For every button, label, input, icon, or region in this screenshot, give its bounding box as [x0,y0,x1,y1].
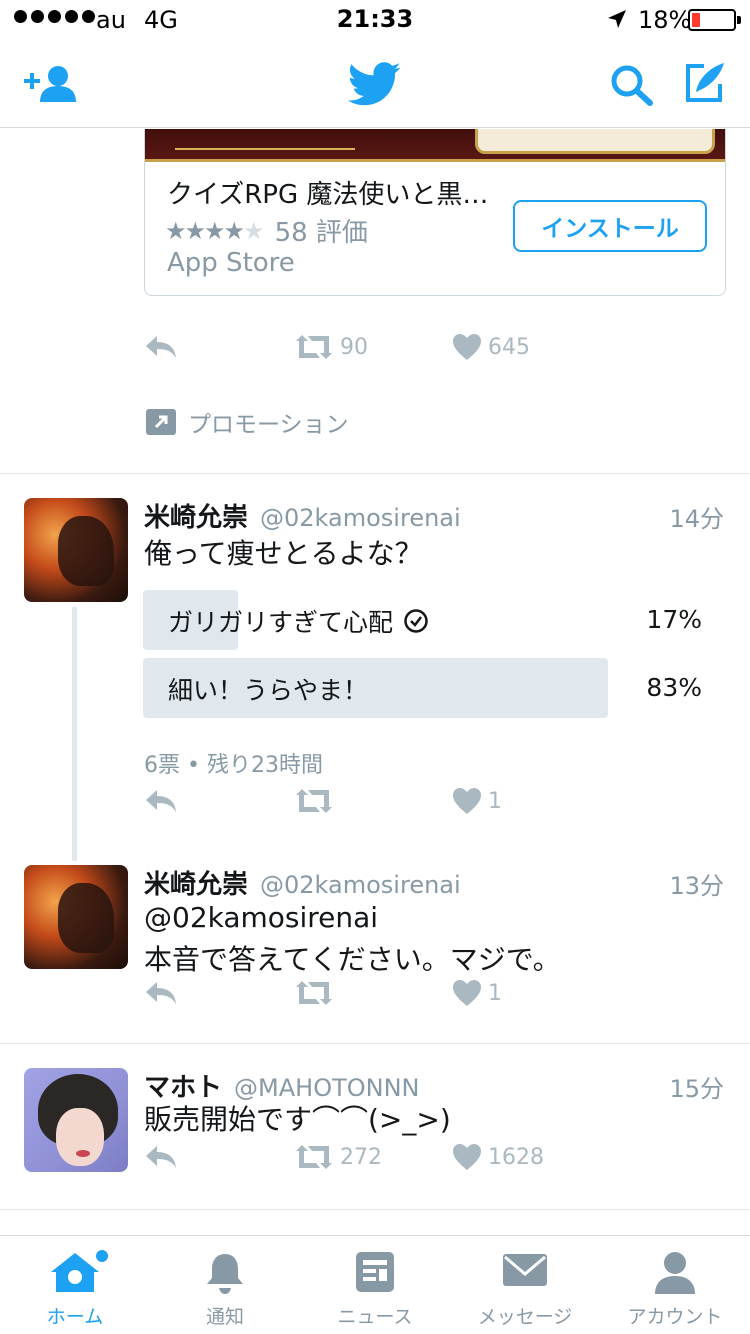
retweet-button[interactable]: 90 [294,333,368,361]
reply-icon [146,1146,176,1168]
like-button[interactable]: 1 [452,787,502,815]
author-handle: @02kamosirenai [260,504,461,532]
promoted-label[interactable]: プロモーション [146,405,349,439]
bell-icon [205,1250,245,1300]
tab-label: ニュース [337,1306,413,1328]
author-handle: @MAHOTONNN [234,1074,420,1102]
tweet-time: 14分 [669,505,724,533]
add-user-icon[interactable] [22,64,76,108]
twitter-bird-icon[interactable] [347,62,402,110]
app-title: クイズRPG 魔法使いと黒… [167,180,489,210]
author-handle: @02kamosirenai [260,871,461,899]
like-count: 1628 [488,1144,544,1170]
reply-icon [146,982,176,1004]
tweet-author[interactable]: 米崎允崇 @02kamosirenai [144,864,461,901]
promoted-arrow-icon [146,409,176,435]
tab-label: ホーム [46,1306,104,1328]
bottom-tab-bar: ホーム 通知 ニュース メッセージ アカウント [0,1235,750,1334]
check-circle-icon [404,609,428,633]
author-name: 米崎允崇 [144,503,249,533]
app-banner-image [145,129,725,162]
person-icon [654,1250,696,1298]
top-nav-bar [0,40,750,128]
notification-dot [96,1250,108,1262]
retweet-icon [296,789,332,813]
thread-connector [72,607,77,861]
heart-icon [453,334,481,360]
search-icon[interactable] [610,64,654,110]
tab-home[interactable]: ホーム [0,1236,150,1334]
install-button[interactable]: インストール [513,200,707,252]
tweet-text: 販売開始です⌒⌒(>_>) [144,1103,451,1136]
heart-icon [453,788,481,814]
battery-icon [688,9,741,31]
like-count: 645 [488,334,530,360]
avatar[interactable] [24,1068,128,1172]
poll-meta: 6票 • 残り23時間 [144,753,323,778]
tweet-text-mention[interactable]: @02kamosirenai [144,897,378,939]
envelope-icon [502,1250,548,1294]
divider [0,1043,750,1044]
tweet-text: 俺って痩せとるよな？ [144,537,423,570]
tweet-author[interactable]: 米崎允崇 @02kamosirenai [144,497,461,534]
tab-news[interactable]: ニュース [300,1236,450,1334]
battery-percent: 18% [638,6,692,34]
retweet-count: 272 [340,1144,382,1170]
retweet-button[interactable]: 272 [294,1143,382,1171]
divider [0,1209,750,1210]
reply-button[interactable] [144,980,178,1006]
app-rating: ★★★★★ 58 評価 [165,212,368,249]
poll-option[interactable]: ガリガリすぎて心配 [168,603,429,639]
retweet-icon [296,981,332,1005]
location-arrow-icon [606,8,628,36]
reply-button[interactable] [144,1144,178,1170]
poll-option-label: ガリガリすぎて心配 [168,608,394,637]
news-icon [355,1250,395,1298]
like-count: 1 [488,788,502,814]
retweet-button[interactable] [294,979,340,1007]
like-button[interactable]: 1628 [452,1143,544,1171]
rating-count: 58 評価 [274,218,368,248]
tweet-text: 本音で答えてください。マジで。 [144,943,561,976]
tab-label: アカウント [627,1306,723,1328]
poll-option-label: 細い！うらやま！ [168,676,369,705]
retweet-count: 90 [340,334,368,360]
like-button[interactable]: 645 [452,333,530,361]
tab-account[interactable]: アカウント [600,1236,750,1334]
tweet-time: 15分 [669,1075,724,1103]
tab-notifications[interactable]: 通知 [150,1236,300,1334]
retweet-icon [296,1145,332,1169]
heart-icon [453,1144,481,1170]
tab-label: 通知 [205,1306,244,1328]
avatar[interactable] [24,498,128,602]
author-name: 米崎允崇 [144,870,249,900]
status-bar: au 4G 21:33 18% [0,0,750,40]
poll-option[interactable]: 細い！うらやま！ [168,671,368,707]
reply-button[interactable] [144,334,178,360]
timeline-feed[interactable]: クイズRPG 魔法使いと黒… ★★★★★ 58 評価 App Store インス… [0,129,750,1235]
retweet-icon [296,335,332,359]
retweet-button[interactable] [294,787,340,815]
reply-icon [146,790,176,812]
avatar[interactable] [24,865,128,969]
like-count: 1 [488,980,502,1006]
heart-icon [453,980,481,1006]
store-name: App Store [167,248,295,278]
home-icon [49,1250,101,1298]
promoted-text: プロモーション [188,412,349,438]
tab-label: メッセージ [477,1306,573,1328]
like-button[interactable]: 1 [452,979,502,1007]
poll-option-percent: 17% [646,605,702,634]
poll-option-percent: 83% [646,673,702,702]
rating-stars-icon: ★★★★★ [165,216,265,245]
tweet-time: 13分 [669,872,724,900]
tab-messages[interactable]: メッセージ [450,1236,600,1334]
app-install-card[interactable]: クイズRPG 魔法使いと黒… ★★★★★ 58 評価 App Store インス… [144,129,726,296]
reply-icon [146,336,176,358]
divider [0,473,750,474]
reply-button[interactable] [144,788,178,814]
compose-icon[interactable] [682,60,728,110]
